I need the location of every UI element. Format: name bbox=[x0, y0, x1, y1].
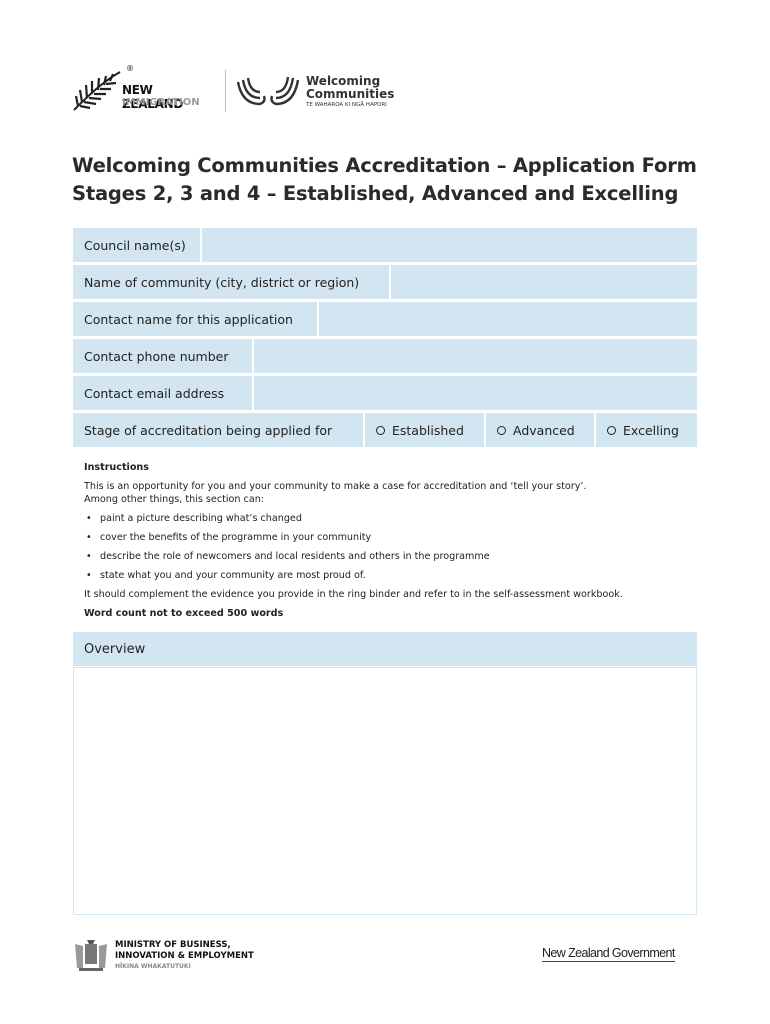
list-item: cover the benefits of the programme in y… bbox=[84, 531, 684, 544]
council-label: Council name(s) bbox=[73, 228, 200, 262]
option-label: Established bbox=[392, 422, 464, 438]
page-title: Welcoming Communities Accreditation – Ap… bbox=[72, 152, 697, 208]
silver-fern-icon bbox=[73, 71, 121, 111]
council-input[interactable] bbox=[202, 228, 697, 262]
phone-input[interactable] bbox=[254, 339, 697, 373]
stage-option-established[interactable]: Established bbox=[365, 413, 484, 447]
wc-logo-line1: Welcoming bbox=[306, 74, 381, 88]
radio-icon[interactable] bbox=[497, 425, 506, 435]
overview-textarea[interactable] bbox=[73, 667, 697, 915]
mbie-line3: HĪKINA WHAKATUTUKI bbox=[115, 963, 191, 970]
instructions: Instructions This is an opportunity for … bbox=[84, 461, 684, 626]
mbie-line1: MINISTRY OF BUSINESS, bbox=[115, 940, 231, 950]
list-item: paint a picture describing what’s change… bbox=[84, 512, 684, 525]
option-label: Advanced bbox=[513, 422, 575, 438]
wc-logo-line2: Communities bbox=[306, 87, 395, 101]
community-input[interactable] bbox=[391, 265, 697, 299]
email-input[interactable] bbox=[254, 376, 697, 410]
welcoming-communities-logo: Welcoming Communities TE WAHAROA KI NGĀ … bbox=[236, 72, 406, 112]
instructions-complement: It should complement the evidence you pr… bbox=[84, 589, 623, 600]
wc-logo-tagline: TE WAHAROA KI NGĀ HAPORI bbox=[306, 102, 387, 108]
phone-label: Contact phone number bbox=[73, 339, 252, 373]
option-label: Excelling bbox=[623, 422, 679, 438]
nz-immigration-logo: ® NEW ZEALAND IMMIGRATION bbox=[72, 64, 217, 112]
word-count-note: Word count not to exceed 500 words bbox=[84, 608, 284, 619]
registered-mark: ® bbox=[126, 64, 134, 73]
instructions-intro2: Among other things, this section can: bbox=[84, 494, 265, 505]
title-line2: Stages 2, 3 and 4 – Established, Advance… bbox=[72, 182, 679, 205]
mbie-logo: MINISTRY OF BUSINESS, INNOVATION & EMPLO… bbox=[73, 938, 273, 974]
community-label: Name of community (city, district or reg… bbox=[73, 265, 389, 299]
list-item: describe the role of newcomers and local… bbox=[84, 550, 684, 563]
list-item: state what you and your community are mo… bbox=[84, 569, 684, 582]
stage-label: Stage of accreditation being applied for bbox=[73, 413, 363, 447]
instructions-heading: Instructions bbox=[84, 462, 149, 473]
coat-of-arms-icon bbox=[75, 940, 107, 971]
instructions-intro1: This is an opportunity for you and your … bbox=[84, 481, 587, 492]
mbie-line2: INNOVATION & EMPLOYMENT bbox=[115, 951, 254, 961]
title-line1: Welcoming Communities Accreditation – Ap… bbox=[72, 154, 697, 177]
nz-government-logo: New Zealand Government bbox=[542, 946, 675, 962]
nzi-logo-line2: IMMIGRATION bbox=[122, 97, 200, 108]
radio-icon[interactable] bbox=[607, 425, 616, 435]
overview-header: Overview bbox=[73, 632, 697, 666]
stage-option-advanced[interactable]: Advanced bbox=[486, 413, 594, 447]
contact-name-label: Contact name for this application bbox=[73, 302, 317, 336]
stage-option-excelling[interactable]: Excelling bbox=[596, 413, 697, 447]
email-label: Contact email address bbox=[73, 376, 252, 410]
radio-icon[interactable] bbox=[376, 425, 385, 435]
welcoming-hands-icon bbox=[236, 76, 300, 106]
logo-divider bbox=[225, 70, 226, 112]
contact-name-input[interactable] bbox=[319, 302, 697, 336]
